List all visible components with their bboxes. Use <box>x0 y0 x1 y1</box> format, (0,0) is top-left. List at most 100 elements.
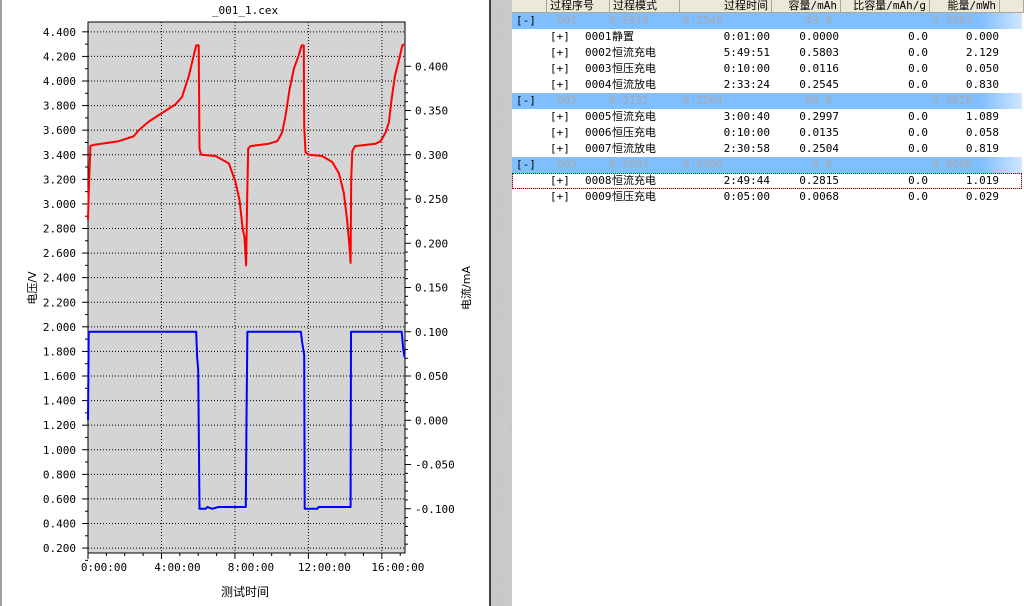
specific-capacity: 0.0 <box>908 78 928 91</box>
process-mode: 静置 <box>612 30 634 43</box>
capacity: 0.2997 <box>799 110 839 123</box>
x-tick-label: 16:00:00 <box>371 561 424 574</box>
y-left-tick-label: 0.800 <box>43 468 76 481</box>
column-header[interactable]: 过程时间 <box>680 0 772 13</box>
process-mode: 恒流放电 <box>612 142 656 155</box>
y-right-tick-label: 0.300 <box>415 149 448 162</box>
process-mode: 恒流放电 <box>612 78 656 91</box>
expand-toggle[interactable]: [+] <box>550 61 570 77</box>
expand-toggle[interactable]: [+] <box>550 173 570 189</box>
capacity: 0.2504 <box>799 142 839 155</box>
column-header[interactable]: 容量/mAh <box>772 0 841 13</box>
y-left-tick-label: 0.200 <box>43 542 76 555</box>
group-summary-value: 0.3132 <box>609 94 649 107</box>
process-row[interactable]: [+] 0007 恒流放电 2:30:58 0.2504 0.0 0.819 <box>512 141 1022 157</box>
specific-capacity: 0.0 <box>908 126 928 139</box>
group-row[interactable]: [-] 001 0.5919 0.2545 43.0 3.3583 <box>512 13 1022 29</box>
y-left-tick-label: 2.200 <box>43 296 76 309</box>
process-row[interactable]: [+] 0006 恒压充电 0:10:00 0.0135 0.0 0.058 <box>512 125 1022 141</box>
group-summary-value: 001 <box>557 14 577 27</box>
process-row[interactable]: [+] 0009 恒压充电 0:05:00 0.0068 0.0 0.029 <box>512 189 1022 205</box>
process-time: 3:00:40 <box>723 110 770 123</box>
expand-toggle[interactable]: [+] <box>550 141 570 157</box>
energy: 1.089 <box>965 110 999 123</box>
collapse-toggle[interactable]: [-] <box>516 157 536 173</box>
y-left-tick-label: 1.200 <box>43 419 76 432</box>
energy: 0.029 <box>965 190 999 203</box>
process-row[interactable]: [+] 0005 恒流充电 3:00:40 0.2997 0.0 1.089 <box>512 109 1022 125</box>
process-table: 过程序号 过程模式 过程时间 容量/mAh 比容量/mAh/g 能量/mWh [-] 001 0… <box>512 0 1024 606</box>
y-left-tick-label: 1.400 <box>43 395 76 408</box>
voltage-current-chart[interactable]: _001_1.cex 4.400 4.200 4.000 3.800 3.600 3.400… <box>2 0 492 606</box>
y-left-tick-label: 3.600 <box>43 124 76 137</box>
process-row[interactable]: [+] 0002 恒流充电 5:49:51 0.5803 0.0 2.129 <box>512 45 1022 61</box>
process-row[interactable]: [+] 0003 恒压充电 0:10:00 0.0116 0.0 0.050 <box>512 61 1022 77</box>
expand-toggle[interactable]: [+] <box>550 189 570 205</box>
group-summary-value: 003 <box>557 158 577 171</box>
group-summary-value: 0.2504 <box>683 94 723 107</box>
capacity: 0.2545 <box>799 78 839 91</box>
expand-toggle[interactable]: [+] <box>550 45 570 61</box>
y-left-tick-label: 3.400 <box>43 149 76 162</box>
y-left-tick-label: 0.600 <box>43 493 76 506</box>
y-left-tick-label: 2.600 <box>43 247 76 260</box>
specific-capacity: 0.0 <box>908 142 928 155</box>
y-left-tick-label: 2.800 <box>43 223 76 236</box>
splitter-handle[interactable] <box>491 0 512 606</box>
expand-toggle[interactable]: [+] <box>550 125 570 141</box>
process-time: 0:05:00 <box>723 190 770 203</box>
y-left-tick-label: 4.200 <box>43 50 76 63</box>
energy: 0.819 <box>965 142 999 155</box>
process-id: 0001 <box>585 30 612 43</box>
collapse-toggle[interactable]: [-] <box>516 13 536 29</box>
group-row[interactable]: [-] 003 0.2883 0.0000 0.0 0.0000 <box>512 157 1022 173</box>
column-header[interactable] <box>512 0 547 13</box>
chart-panel: _001_1.cex 4.400 4.200 4.000 3.800 3.600 3.400… <box>0 0 490 606</box>
x-tick-label: 12:00:00 <box>298 561 351 574</box>
y-left-tick-label: 2.400 <box>43 272 76 285</box>
process-id: 0008 <box>585 174 612 187</box>
process-mode: 恒压充电 <box>612 62 656 75</box>
x-tick-label: 4:00:00 <box>154 561 200 574</box>
column-header[interactable]: 过程模式 <box>610 0 680 13</box>
collapse-toggle[interactable]: [-] <box>516 93 536 109</box>
capacity: 0.5803 <box>799 46 839 59</box>
x-tick-label: 8:00:00 <box>228 561 274 574</box>
process-row[interactable]: [+] 0004 恒流放电 2:33:24 0.2545 0.0 0.830 <box>512 77 1022 93</box>
process-mode: 恒压充电 <box>612 126 656 139</box>
group-summary-value: 0.0 <box>812 158 832 171</box>
y-left-tick-label: 3.800 <box>43 100 76 113</box>
process-id: 0003 <box>585 62 612 75</box>
column-header[interactable]: 比容量/mAh/g <box>841 0 930 13</box>
group-summary-value: 002 <box>557 94 577 107</box>
y-right-tick-label: 0.150 <box>415 282 448 295</box>
specific-capacity: 0.0 <box>908 110 928 123</box>
process-time: 2:49:44 <box>723 174 770 187</box>
y-left-tick-label: 4.400 <box>43 26 76 39</box>
energy: 1.019 <box>965 174 999 187</box>
column-header[interactable]: 能量/mWh <box>930 0 1000 13</box>
specific-capacity: 0.0 <box>908 190 928 203</box>
capacity: 0.0135 <box>799 126 839 139</box>
y-right-tick-label: 0.100 <box>415 326 448 339</box>
y-right-tick-label: 0.400 <box>415 60 448 73</box>
capacity: 0.0068 <box>799 190 839 203</box>
process-time: 0:10:00 <box>723 126 770 139</box>
group-row[interactable]: [-] 002 0.3132 0.2504 80.0 3.3628 <box>512 93 1022 109</box>
capacity: 0.2815 <box>799 174 839 187</box>
expand-toggle[interactable]: [+] <box>550 109 570 125</box>
process-row[interactable]: [+] 0008 恒流充电 2:49:44 0.2815 0.0 1.019 <box>512 173 1022 189</box>
group-summary-value: 0.0000 <box>932 158 972 171</box>
expand-toggle[interactable]: [+] <box>550 29 570 45</box>
y-left-axis-label: 电压/V <box>26 271 39 305</box>
process-mode: 恒流充电 <box>612 110 656 123</box>
x-tick-label: 0:00:00 <box>81 561 127 574</box>
energy: 0.830 <box>965 78 999 91</box>
process-id: 0009 <box>585 190 612 203</box>
column-header[interactable] <box>1000 0 1024 13</box>
group-summary-value: 0.5919 <box>609 14 649 27</box>
energy: 0.050 <box>965 62 999 75</box>
column-header[interactable]: 过程序号 <box>547 0 610 13</box>
process-row[interactable]: [+] 0001 静置 0:01:00 0.0000 0.0 0.000 <box>512 29 1022 45</box>
expand-toggle[interactable]: [+] <box>550 77 570 93</box>
